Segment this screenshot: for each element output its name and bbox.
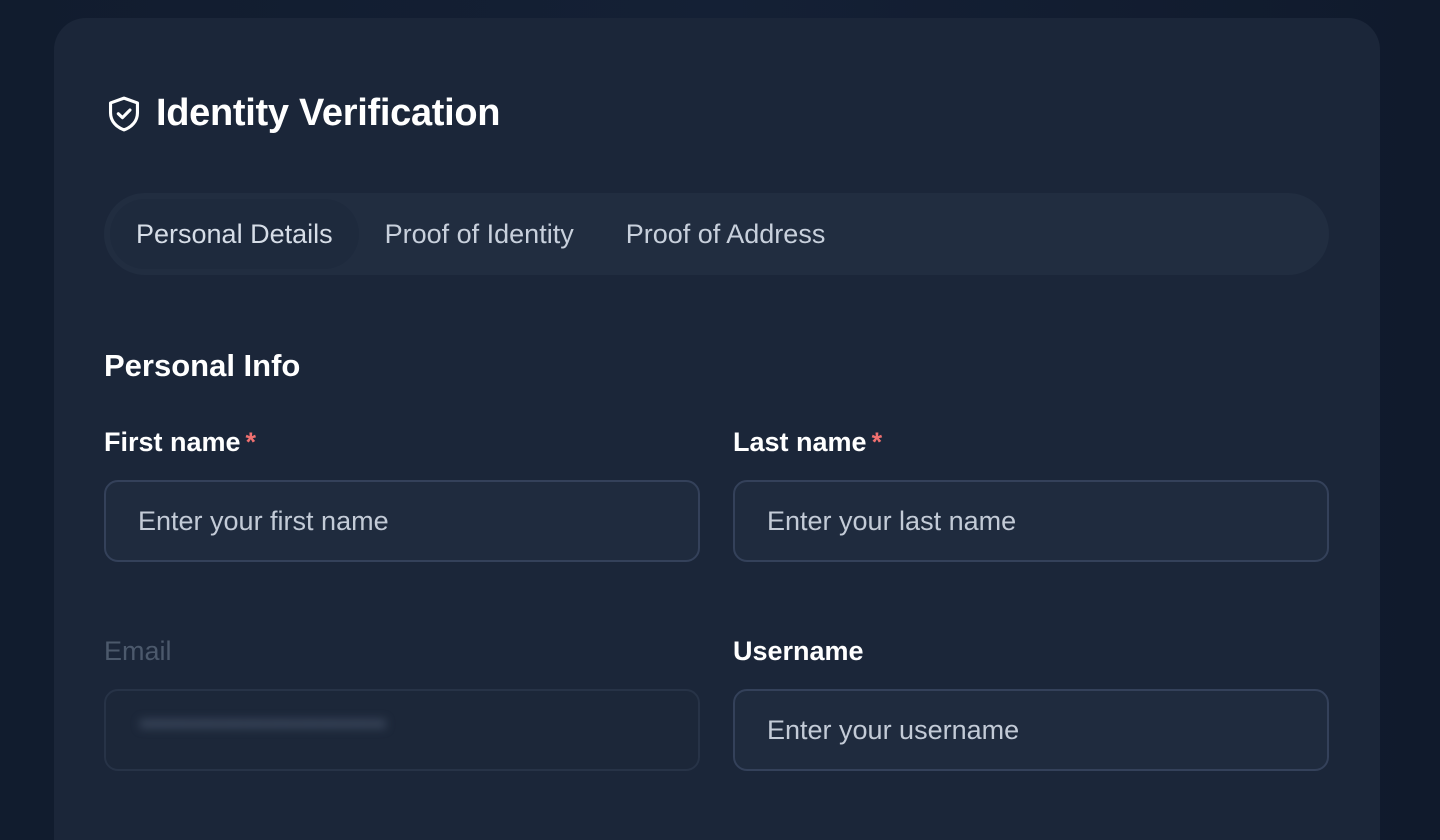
last-name-input[interactable] <box>733 480 1329 562</box>
username-input[interactable] <box>733 689 1329 771</box>
required-asterisk: * <box>871 427 883 457</box>
page-background: Identity Verification Personal Details P… <box>0 0 1440 840</box>
card-header: Identity Verification <box>106 92 501 135</box>
last-name-field: Last name * <box>733 424 1329 562</box>
required-asterisk: * <box>245 427 257 457</box>
first-name-field: First name * <box>104 424 700 562</box>
section-title: Personal Info <box>104 348 301 383</box>
page-title: Identity Verification <box>156 92 501 134</box>
email-field: Email •••••••••••••••••••••••••• <box>104 633 700 771</box>
username-label: Username <box>733 636 864 666</box>
verification-card: Identity Verification Personal Details P… <box>54 18 1380 840</box>
tab-proof-of-identity[interactable]: Proof of Identity <box>359 199 600 269</box>
username-field: Username <box>733 633 1329 771</box>
email-label: Email <box>104 636 172 666</box>
shield-check-icon <box>106 94 142 134</box>
step-tabs: Personal Details Proof of Identity Proof… <box>104 193 1329 275</box>
first-name-label-text: First name <box>104 427 241 457</box>
tab-personal-details[interactable]: Personal Details <box>110 199 359 269</box>
first-name-input[interactable] <box>104 480 700 562</box>
email-input <box>104 689 700 771</box>
last-name-label: Last name * <box>733 424 1329 460</box>
tab-proof-of-address[interactable]: Proof of Address <box>600 199 852 269</box>
last-name-label-text: Last name <box>733 427 867 457</box>
first-name-label: First name * <box>104 424 700 460</box>
